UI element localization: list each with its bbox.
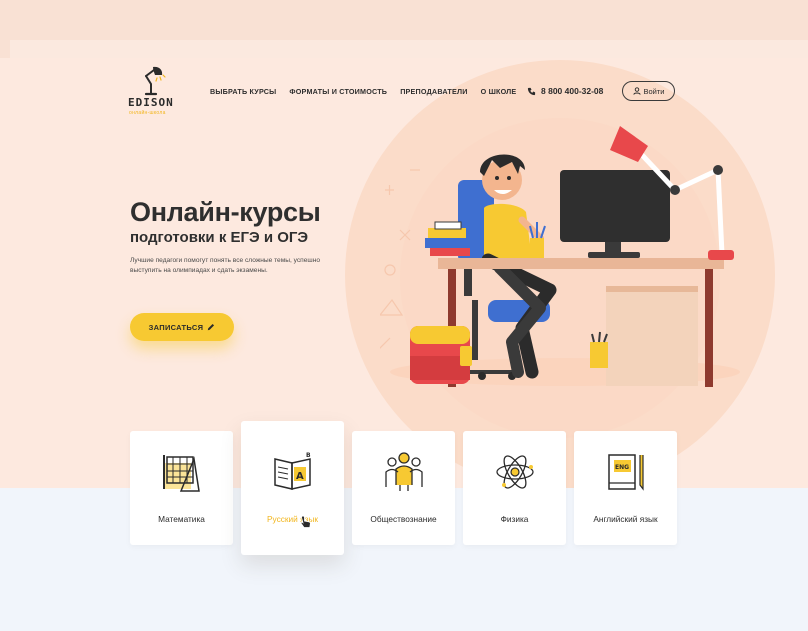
subject-card-russian[interactable]: A B Русский язык — [241, 421, 344, 555]
hero-description: Лучшие педагоги помогут понять все сложн… — [130, 257, 321, 274]
desk-top — [438, 258, 724, 269]
subject-card-physics[interactable]: Физика — [463, 431, 566, 545]
nav-item-teachers[interactable]: ПРЕПОДАВАТЕЛИ — [400, 87, 467, 96]
lamp-logo-icon — [144, 66, 166, 96]
atom-icon — [496, 455, 534, 489]
nav-item-courses[interactable]: ВЫБРАТЬ КУРСЫ — [210, 87, 276, 96]
subject-label: Русский язык — [267, 514, 318, 524]
brand-name: EDISON — [128, 96, 174, 109]
desk-drawer — [606, 286, 698, 386]
brand-tagline: онлайн-школа — [129, 110, 166, 116]
math-doodles — [380, 169, 420, 349]
subject-card-social[interactable]: Обществознание — [352, 431, 455, 545]
logo[interactable]: EDISON онлайн-школа — [128, 66, 178, 118]
boy-shirt — [484, 203, 532, 260]
subject-label: Физика — [500, 514, 529, 524]
pencil-icon — [208, 323, 215, 331]
book-stack — [425, 238, 469, 248]
phone-icon — [527, 87, 536, 95]
book-icon: A B — [274, 452, 311, 490]
hero-subtitle: подготовки к ЕГЭ и ОГЭ — [130, 229, 309, 246]
subject-label: Английский язык — [593, 514, 658, 524]
eng-dictionary-icon: ENG — [608, 454, 644, 491]
hero-title: Онлайн-курсы — [130, 197, 321, 227]
main-nav: ВЫБРАТЬ КУРСЫ ФОРМАТЫ И СТОИМОСТЬ ПРЕПОД… — [210, 87, 516, 96]
nav-item-about[interactable]: О ШКОЛЕ — [481, 87, 517, 96]
login-button[interactable]: Войти — [622, 81, 675, 101]
subject-card-math[interactable]: Математика — [130, 431, 233, 545]
mouse-cursor-icon — [300, 515, 311, 528]
subject-label: Обществознание — [370, 514, 437, 524]
math-icon — [163, 455, 200, 492]
student-at-desk-illustration — [380, 126, 740, 387]
signup-button[interactable]: ЗАПИСАТЬСЯ — [130, 313, 234, 341]
svg-text:B: B — [306, 452, 311, 459]
user-icon — [632, 87, 641, 95]
svg-text:A: A — [296, 471, 304, 482]
subject-label: Математика — [158, 514, 205, 524]
svg-text:ENG: ENG — [615, 464, 629, 471]
people-icon — [385, 452, 423, 491]
login-label: Войти — [643, 86, 665, 96]
signup-label: ЗАПИСАТЬСЯ — [148, 322, 204, 332]
phone-link[interactable]: 8 800 400-32-08 — [527, 86, 603, 96]
monitor — [560, 170, 670, 242]
subject-card-english[interactable]: ENG Английский язык — [574, 431, 677, 545]
nav-item-formats-pricing[interactable]: ФОРМАТЫ И СТОИМОСТЬ — [289, 87, 387, 96]
phone-number: 8 800 400-32-08 — [541, 86, 604, 96]
